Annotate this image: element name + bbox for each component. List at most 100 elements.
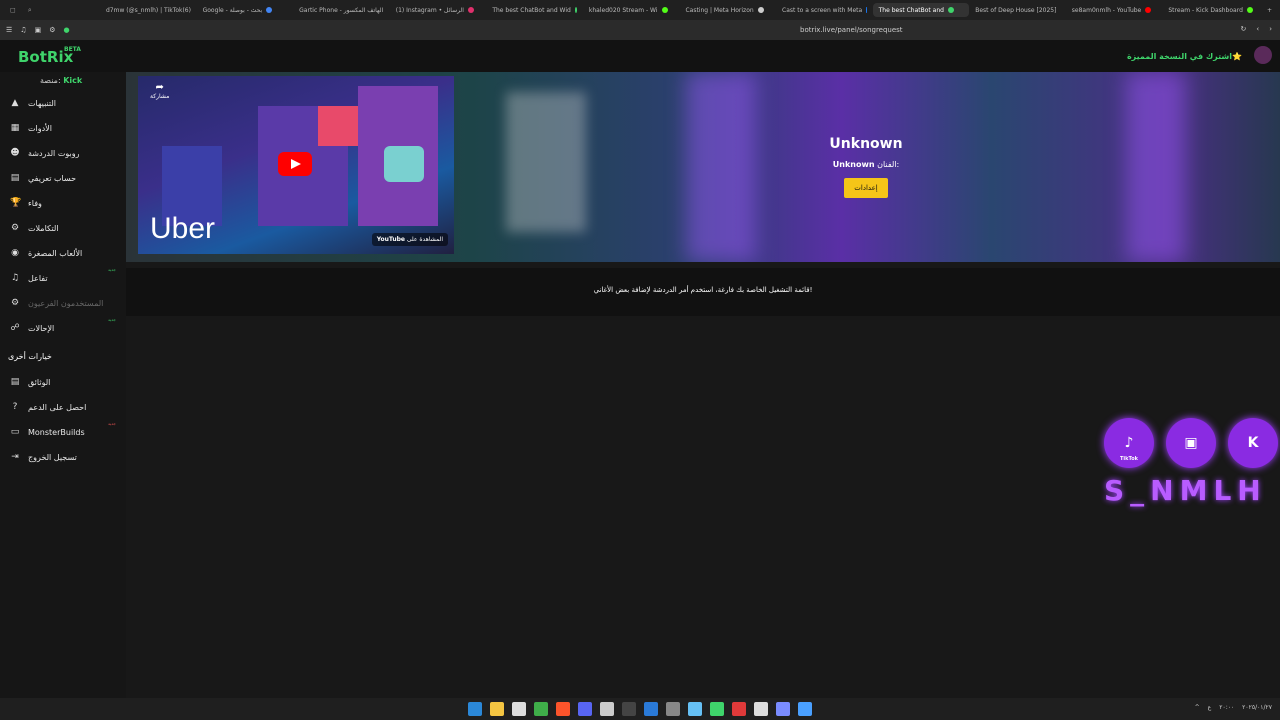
platform-value[interactable]: Kick [63, 76, 82, 85]
sidebar-item[interactable]: ⇥ تسجيل الخروج [0, 446, 126, 468]
sidebar-item-label: الإحالات [28, 323, 55, 333]
avatar[interactable] [1254, 46, 1272, 64]
tab-favicon-icon [467, 7, 474, 13]
tray-item[interactable]: ^ [1195, 704, 1200, 711]
sidebar-item[interactable]: ☻ روبوت الدردشة [0, 142, 126, 164]
warning-icon: ▲ [11, 98, 19, 108]
tab-label: Casting | Meta Horizon [685, 6, 754, 14]
app2-icon[interactable] [666, 702, 680, 716]
tray-item[interactable]: ٢٠٢٥/٠١/٢٧ [1242, 704, 1272, 711]
sidebar-item[interactable]: ⚙ التكاملات [0, 217, 126, 239]
tray-item[interactable]: ع [1208, 704, 1212, 711]
tiktok-icon: ♪ TikTok [1104, 418, 1154, 468]
folder-icon[interactable] [490, 702, 504, 716]
menu-icon[interactable]: ☰ [6, 26, 12, 34]
sidebar-item[interactable]: 🏆 وفاء [0, 192, 126, 214]
diamond-icon[interactable] [776, 702, 790, 716]
sidebar-item[interactable]: ♫ تفاعل جديد [0, 267, 126, 289]
music-icon[interactable]: ♫ [20, 26, 26, 34]
tab-favicon-icon [266, 7, 273, 13]
sidebar-item-label: حساب تعريفي [28, 173, 77, 183]
artist-label: الفنان: [877, 160, 900, 169]
settings-icon[interactable] [754, 702, 768, 716]
url-field[interactable]: botrix.live/panel/songrequest [800, 26, 903, 34]
vr-icon[interactable] [600, 702, 614, 716]
share-button[interactable]: ➦ مشاركة [150, 82, 169, 100]
sidebar-item[interactable]: ▭ MonsterBuilds جديد [0, 421, 126, 443]
sidebar-item[interactable]: ☍ الإحالات جديد [0, 317, 126, 339]
sidebar-item[interactable]: ▤ الوثائق [0, 371, 126, 393]
browser-tab[interactable]: Stream - Kick Dashboard [1162, 3, 1259, 17]
sidebar-item-label: احصل على الدعم [28, 402, 87, 412]
sidebar-item[interactable]: ▲ التنبيهات [0, 92, 126, 114]
back-icon[interactable]: ‹ [1256, 25, 1259, 33]
robot-icon: ☻ [10, 148, 20, 158]
blue-icon[interactable] [798, 702, 812, 716]
brave-icon[interactable] [556, 702, 570, 716]
tab-label: se8am0nmlh - YouTube [1071, 6, 1142, 14]
sidebar-item[interactable]: ? احصل على الدعم [0, 396, 126, 418]
kick-icon: K [1228, 418, 1278, 468]
windows-icon[interactable] [468, 702, 482, 716]
new-tab-icon[interactable]: + [1259, 7, 1280, 14]
files-icon[interactable] [534, 702, 548, 716]
browser-tab[interactable]: The best ChatBot and Wid [486, 3, 583, 17]
sidebar-item-label: تسجيل الخروج [28, 452, 77, 462]
settings-icon[interactable]: ⚙ [49, 26, 55, 34]
watch-on-youtube-link[interactable]: YouTube المشاهدة على [371, 233, 448, 246]
forward-icon[interactable]: › [1269, 25, 1272, 33]
tab-favicon-icon [661, 7, 668, 13]
play-button[interactable] [278, 152, 312, 176]
playlist-empty-state: قائمة التشغيل الخاصة بك فارغة، استخدم أم… [126, 268, 1280, 316]
lock-icon[interactable] [710, 702, 724, 716]
sidebar-item[interactable]: ◉ الألعاب المصغرة [0, 242, 126, 264]
browser-tab[interactable]: (1) Instagram • الرسائل [390, 3, 487, 17]
system-tray: ^ ع ٢٠:٠٠ ٢٠٢٥/٠١/٢٧ [1195, 704, 1272, 711]
reload-icon[interactable]: ↻ [1241, 25, 1247, 33]
tab-favicon-icon [757, 7, 764, 13]
discord-icon[interactable] [578, 702, 592, 716]
browser-tab[interactable]: se8am0nmlh - YouTube [1066, 3, 1163, 17]
record-icon[interactable] [732, 702, 746, 716]
shield-icon[interactable]: ● [63, 26, 69, 34]
help-icon: ? [12, 402, 18, 412]
taskbar-apps [468, 702, 812, 716]
steam-icon[interactable] [688, 702, 702, 716]
song-title: Unknown [829, 136, 903, 152]
browser-tab[interactable]: Cast to a screen with Meta [776, 3, 873, 17]
app-icon[interactable] [644, 702, 658, 716]
browser-tab[interactable]: Casting | Meta Horizon [679, 3, 776, 17]
tab-label: Stream - Kick Dashboard [1168, 6, 1243, 14]
youtube-video-player[interactable]: ➦ مشاركة Uber YouTube المشاهدة على [138, 76, 454, 254]
new-badge: جديد [108, 421, 116, 426]
extension-icon[interactable]: ▣ [35, 26, 42, 34]
calendar-icon[interactable] [512, 702, 526, 716]
watch-on-label: المشاهدة على [406, 236, 443, 243]
window-menu-icon[interactable]: ◻ [10, 6, 16, 15]
tray-item[interactable]: ٢٠:٠٠ [1219, 704, 1234, 711]
browser-tab[interactable]: Google - بحث - بوصلة [197, 3, 294, 17]
tab-favicon-icon [1145, 7, 1152, 13]
youtube-label: YouTube [376, 236, 405, 243]
tab-favicon-icon [1246, 7, 1253, 13]
sidebar: منصة: Kick ▲ التنبيهات ▦ الأدوات ☻ روبوت الدر… [0, 72, 127, 698]
social-overlay: ♪ TikTok ▣ K S_NMLH [1100, 416, 1280, 516]
monitor-icon: ▭ [10, 427, 20, 437]
browser-tab[interactable]: Best of Deep House [2025] [969, 3, 1066, 17]
sidebar-item-label: المستخدمون الفرعيون [28, 298, 104, 308]
tab-label: The best ChatBot and Wid [492, 6, 571, 14]
browser-tab[interactable]: Gartic Phone - الهاتف المكسور [293, 3, 390, 17]
browser-tab[interactable]: The best ChatBot and [872, 3, 970, 17]
docs-icon: ▤ [10, 377, 20, 387]
sidebar-item-label: MonsterBuilds [28, 427, 85, 437]
tab-search-icon[interactable]: ⌕ [28, 6, 32, 15]
sidebar-item[interactable]: ▤ حساب تعريفي [0, 167, 126, 189]
twitch-icon: ▣ [1166, 418, 1216, 468]
gear-icon: ⚙ [10, 223, 20, 233]
browser-tab[interactable]: khaled020 Stream - Wi [583, 3, 680, 17]
sidebar-item[interactable]: ▦ الأدوات [0, 117, 126, 139]
obs-icon[interactable] [622, 702, 636, 716]
premium-link[interactable]: اشترك في النسخة المميزة⭐ [1127, 52, 1242, 61]
browser-tab[interactable]: d7mw (@s_nmlh) | TikTok(6) [100, 3, 197, 17]
settings-button[interactable]: إعدادات [844, 178, 888, 198]
